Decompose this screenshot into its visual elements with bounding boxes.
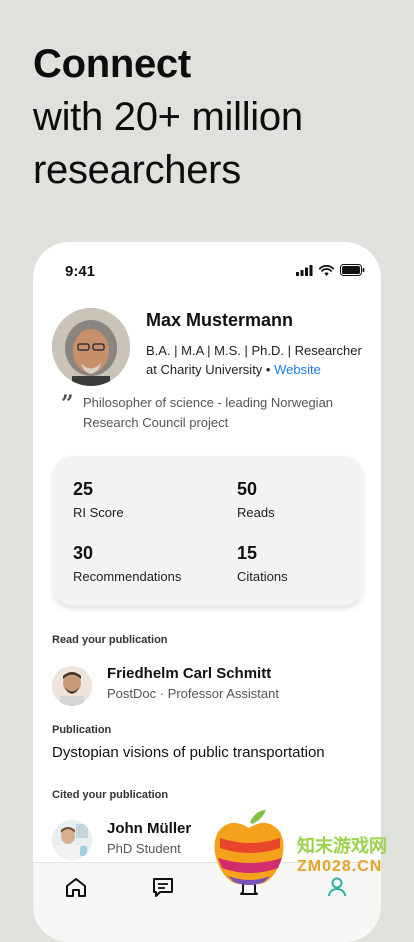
profile-avatar[interactable]	[52, 308, 130, 386]
publication-title[interactable]: Dystopian visions of public transportati…	[52, 744, 325, 761]
profile-name: Max Mustermann	[146, 310, 294, 330]
quote-icon: ”	[61, 391, 74, 417]
status-bar: 9:41	[33, 242, 381, 302]
watermark-domain: ZM028.CN	[297, 858, 383, 875]
home-icon	[66, 878, 86, 897]
wifi-icon	[319, 264, 334, 276]
cited-section-title: Cited your publication	[52, 789, 169, 801]
status-icons	[296, 264, 365, 276]
citer-photo	[52, 820, 92, 860]
tab-profile[interactable]	[327, 877, 347, 902]
stat-citations[interactable]: 15 Citations	[237, 543, 288, 584]
stat-value: 25	[73, 479, 94, 499]
tab-home[interactable]	[65, 877, 87, 902]
headline-line-3: researchers	[33, 148, 241, 192]
stat-value: 50	[237, 479, 258, 499]
stat-ri-score[interactable]: 25 RI Score	[73, 479, 124, 520]
stat-label: Citations	[237, 569, 288, 584]
stat-reads[interactable]: 50 Reads	[237, 479, 275, 520]
signal-icon	[296, 264, 313, 276]
profile-separator: •	[262, 362, 275, 377]
watermark-logo-icon	[214, 810, 284, 885]
stat-value: 30	[73, 543, 94, 563]
citer-avatar[interactable]	[52, 820, 92, 860]
read-section-title: Read your publication	[52, 634, 168, 646]
headline-line-2: with 20+ million	[33, 95, 303, 139]
profile-icon	[328, 877, 346, 897]
headline-line-1: Connect	[33, 42, 191, 86]
status-time: 9:41	[65, 263, 96, 280]
reader-name[interactable]: Friedhelm Carl Schmitt	[107, 665, 271, 682]
publication-section-title: Publication	[52, 724, 112, 736]
messages-icon	[153, 878, 173, 897]
reader-photo	[52, 666, 92, 706]
battery-icon	[340, 264, 365, 276]
stat-recommendations[interactable]: 30 Recommendations	[73, 543, 181, 584]
stat-value: 15	[237, 543, 258, 563]
stat-label: RI Score	[73, 505, 124, 520]
reader-role: PostDoc · Professor Assistant	[107, 686, 279, 701]
profile-degrees: B.A. | M.A | M.S. | Ph.D. | Researcher a…	[146, 341, 371, 379]
profile-degrees-text: B.A. | M.A | M.S. | Ph.D. | Researcher a…	[146, 343, 362, 377]
headline: Connect with 20+ million researchers	[33, 38, 303, 197]
reader-avatar[interactable]	[52, 666, 92, 706]
stat-label: Reads	[237, 505, 275, 520]
tab-messages[interactable]	[152, 877, 174, 902]
citer-role: PhD Student	[107, 841, 181, 856]
citer-name[interactable]: John Müller	[107, 820, 191, 837]
stat-label: Recommendations	[73, 569, 182, 584]
watermark-text: 知末游戏网	[297, 836, 387, 856]
profile-photo	[52, 308, 130, 386]
website-link[interactable]: Website	[274, 362, 321, 377]
profile-quote: Philosopher of science - leading Norwegi…	[83, 395, 334, 430]
stats-card: 25 RI Score 50 Reads 30 Recommendations …	[53, 456, 363, 606]
